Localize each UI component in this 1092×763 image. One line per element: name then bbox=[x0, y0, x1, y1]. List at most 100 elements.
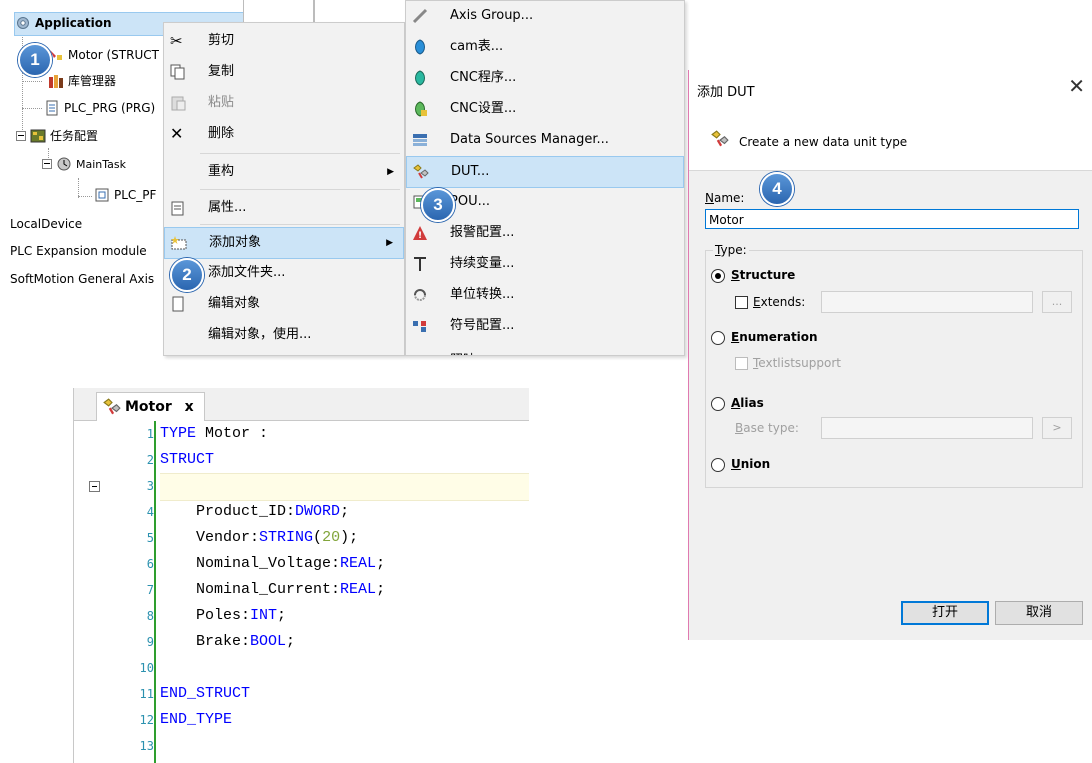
tree-item-label: PLC_PRG (PRG) bbox=[64, 101, 156, 115]
dut-icon bbox=[413, 164, 429, 179]
submenu-item-dut[interactable]: DUT... bbox=[406, 156, 684, 188]
menu-item-edit-object-with[interactable]: 编辑对象，使用... bbox=[164, 320, 404, 350]
menu-item-copy[interactable]: 复制 bbox=[164, 57, 404, 87]
open-button[interactable]: 打开 bbox=[901, 601, 989, 625]
context-menu: ✂ 剪切 复制 粘贴 ✕ 删除 重构 ▶ 属性... 添加对象 ▶ 添加文件夹.… bbox=[163, 22, 405, 356]
code-line[interactable] bbox=[160, 655, 529, 681]
menu-item-paste[interactable]: 粘贴 bbox=[164, 88, 404, 118]
cancel-button[interactable]: 取消 bbox=[995, 601, 1083, 625]
dialog-title: 添加 DUT bbox=[697, 85, 755, 100]
tree-item-label: MainTask bbox=[76, 158, 126, 171]
menu-item-edit-object[interactable]: 编辑对象 bbox=[164, 289, 404, 319]
submenu-item-axis-group[interactable]: Axis Group... bbox=[406, 1, 684, 31]
menu-item-delete[interactable]: ✕ 删除 bbox=[164, 119, 404, 149]
tree-item-localdevice[interactable]: LocalDevice bbox=[10, 213, 82, 235]
alarm-icon: ! bbox=[413, 226, 427, 241]
code-identifier: Vendor: bbox=[196, 529, 260, 546]
name-label: Name: bbox=[705, 191, 744, 205]
step-badge-2: 2 bbox=[170, 258, 204, 292]
code-line[interactable]: Brake:BOOL; bbox=[160, 629, 529, 655]
extends-field[interactable] bbox=[821, 291, 1033, 313]
submenu-item-unit-conversion[interactable]: 单位转换... bbox=[406, 280, 684, 310]
tree-item-maintask[interactable]: MainTask bbox=[42, 153, 126, 175]
code-line[interactable] bbox=[160, 473, 529, 501]
code-keyword: TYPE bbox=[160, 425, 197, 442]
textlistsupport-checkbox[interactable] bbox=[735, 357, 748, 370]
line-number: 3 bbox=[146, 479, 154, 493]
code-line[interactable]: Nominal_Current:REAL; bbox=[160, 577, 529, 603]
base-type-browse-button[interactable]: > bbox=[1042, 417, 1072, 439]
task-config-icon bbox=[30, 129, 46, 142]
extends-checkbox[interactable] bbox=[735, 296, 748, 309]
submenu-item-data-sources[interactable]: Data Sources Manager... bbox=[406, 125, 684, 155]
base-type-field[interactable] bbox=[821, 417, 1033, 439]
submenu-item-symbol-config[interactable]: 符号配置... bbox=[406, 311, 684, 341]
submenu-item-persistent-vars[interactable]: 持续变量... bbox=[406, 249, 684, 279]
code-keyword: END_TYPE bbox=[160, 711, 233, 728]
code-line[interactable]: Vendor:STRING(20); bbox=[160, 525, 529, 551]
code-line[interactable]: STRUCT bbox=[160, 447, 529, 473]
tree-item-label: LocalDevice bbox=[10, 217, 83, 231]
name-label-text: ame: bbox=[713, 191, 745, 205]
union-radio[interactable] bbox=[711, 458, 725, 472]
code-line[interactable]: Poles:INT; bbox=[160, 603, 529, 629]
tree-item-plc-expansion[interactable]: PLC Expansion module bbox=[10, 240, 147, 262]
cam-icon bbox=[415, 39, 425, 55]
name-input[interactable]: Motor bbox=[705, 209, 1079, 229]
code-punct: ; bbox=[376, 581, 386, 598]
tree-item-task-config[interactable]: 任务配置 bbox=[16, 125, 98, 147]
structure-radio[interactable] bbox=[711, 269, 725, 283]
submenu-item-mapping[interactable]: 照映 bbox=[406, 342, 684, 355]
step-badge-1: 1 bbox=[18, 43, 52, 77]
submenu-item-cnc-settings[interactable]: CNC设置... bbox=[406, 94, 684, 124]
cnc-settings-icon bbox=[415, 101, 427, 117]
menu-item-label: 编辑对象 bbox=[208, 296, 261, 311]
tab-motor[interactable]: Motor x bbox=[96, 392, 205, 421]
alias-radio[interactable] bbox=[711, 397, 725, 411]
fold-collapse-icon[interactable] bbox=[89, 481, 100, 492]
add-object-icon bbox=[171, 236, 187, 250]
menu-item-add-object[interactable]: 添加对象 ▶ bbox=[164, 227, 404, 259]
line-number: 2 bbox=[146, 453, 154, 467]
program-call-icon bbox=[95, 188, 109, 201]
collapse-icon[interactable] bbox=[42, 158, 52, 169]
code-identifier: Poles: bbox=[196, 607, 251, 624]
code-area[interactable]: TYPE Motor : STRUCT Product_ID:DWORD; Ven… bbox=[160, 421, 529, 763]
submenu-item-cam-table[interactable]: cam表... bbox=[406, 32, 684, 62]
tree-item-plc-pf[interactable]: PLC_PF bbox=[94, 184, 156, 206]
textlistsupport-label: Textlistsupport bbox=[753, 356, 841, 370]
menu-item-properties[interactable]: 属性... bbox=[164, 193, 404, 223]
close-icon[interactable]: ✕ bbox=[1068, 76, 1085, 96]
submenu-item-alarm-config[interactable]: ! 报警配置... bbox=[406, 218, 684, 248]
code-punct: ; bbox=[340, 503, 350, 520]
collapse-icon[interactable] bbox=[16, 130, 26, 141]
menu-item-cut[interactable]: ✂ 剪切 bbox=[164, 26, 404, 56]
tree-item-library-manager[interactable]: 库管理器 bbox=[48, 70, 116, 92]
submenu-item-cnc-program[interactable]: CNC程序... bbox=[406, 63, 684, 93]
tree-item-softmotion-axis[interactable]: SoftMotion General Axis bbox=[10, 268, 154, 290]
union-accesskey: U bbox=[731, 457, 741, 471]
code-line[interactable]: Product_ID:DWORD; bbox=[160, 499, 529, 525]
code-line[interactable]: TYPE Motor : bbox=[160, 421, 529, 447]
code-line[interactable]: END_STRUCT bbox=[160, 681, 529, 707]
code-line[interactable]: END_TYPE bbox=[160, 707, 529, 733]
enumeration-radio[interactable] bbox=[711, 331, 725, 345]
tree-item-motor[interactable]: Motor (STRUCT bbox=[48, 44, 159, 66]
dialog-footer: 打开 取消 bbox=[689, 560, 1092, 640]
menu-item-refactor[interactable]: 重构 ▶ bbox=[164, 157, 404, 187]
copy-icon bbox=[170, 64, 185, 80]
tree-item-plc-prg[interactable]: PLC_PRG (PRG) bbox=[44, 97, 155, 119]
code-line[interactable]: Nominal_Voltage:REAL; bbox=[160, 551, 529, 577]
extends-browse-button[interactable]: ... bbox=[1042, 291, 1072, 313]
library-icon bbox=[49, 74, 63, 88]
close-tab-icon[interactable]: x bbox=[185, 399, 194, 415]
tab-label: Motor bbox=[125, 399, 172, 415]
tree-item-label: Motor (STRUCT bbox=[68, 48, 159, 62]
line-number: 7 bbox=[146, 583, 154, 597]
enumeration-accesskey: E bbox=[731, 330, 740, 344]
code-line[interactable] bbox=[160, 733, 529, 759]
code-identifier: Brake: bbox=[196, 633, 251, 650]
